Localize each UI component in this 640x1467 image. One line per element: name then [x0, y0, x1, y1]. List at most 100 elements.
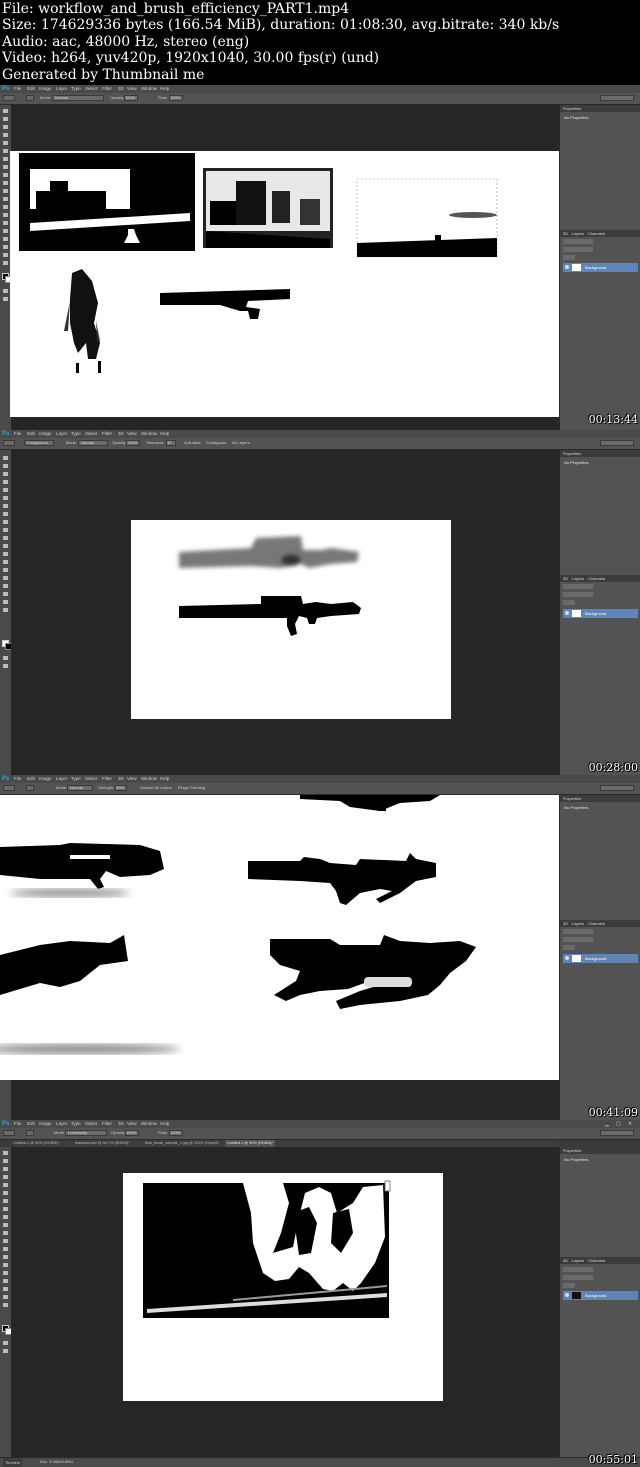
menu-layer[interactable]: Layer	[56, 85, 67, 93]
lock-controls[interactable]	[563, 1283, 575, 1288]
type-tool-icon[interactable]	[3, 229, 8, 233]
menu-layer[interactable]: Layer	[56, 1120, 67, 1128]
menu-3d[interactable]: 3D	[118, 1120, 124, 1128]
healing-tool-icon[interactable]	[3, 157, 8, 161]
canvas-area[interactable]	[10, 105, 559, 430]
screen-mode-icon[interactable]	[3, 664, 8, 668]
menu-image[interactable]: Image	[39, 85, 52, 93]
lasso-tool-icon[interactable]	[3, 472, 8, 476]
eraser-tool-icon[interactable]	[3, 536, 8, 540]
opacity-field[interactable]: 100%	[124, 95, 138, 101]
mode-select[interactable]: Normal	[52, 95, 104, 101]
marquee-tool-icon[interactable]	[3, 117, 8, 121]
tab-3d[interactable]: 3D	[563, 230, 568, 237]
antialias-checkbox[interactable]: Anti-alias	[184, 440, 200, 446]
screen-mode-icon[interactable]	[3, 1349, 8, 1353]
properties-tab[interactable]: Properties	[563, 795, 581, 802]
gradient-tool-icon[interactable]	[3, 1239, 8, 1243]
move-tool-icon[interactable]	[3, 456, 8, 460]
quick-mask-icon[interactable]	[3, 656, 8, 660]
tab-layers[interactable]: Layers	[572, 575, 584, 582]
zoom-tool-icon[interactable]	[3, 261, 8, 265]
bucket-tool-preset[interactable]	[3, 440, 15, 446]
eyedropper-tool-icon[interactable]	[3, 1191, 8, 1195]
brush-picker[interactable]	[26, 95, 34, 101]
menu-filter[interactable]: Filter	[102, 430, 112, 438]
path-select-tool-icon[interactable]	[3, 584, 8, 588]
doc-tab-3[interactable]: Bad_brush_sample_1.jpg @ 100% (Gray/8)	[145, 1140, 219, 1147]
opacity-field[interactable]: 100%	[125, 1130, 139, 1136]
type-tool-icon[interactable]	[3, 1271, 8, 1275]
eraser-tool-icon[interactable]	[3, 189, 8, 193]
menu-type[interactable]: Type	[71, 775, 81, 783]
pen-tool-icon[interactable]	[3, 221, 8, 225]
blend-mode-select[interactable]	[563, 592, 593, 597]
flow-field[interactable]: 100%	[169, 95, 183, 101]
menu-view[interactable]: View	[127, 430, 137, 438]
doc-tab-1[interactable]: Untitled-1 @ 50% (RGB/8)*	[13, 1140, 59, 1147]
quick-select-tool-icon[interactable]	[3, 480, 8, 484]
opacity-field[interactable]: 100%	[126, 440, 140, 446]
marquee-tool-icon[interactable]	[3, 1159, 8, 1163]
menu-edit[interactable]: Edit	[27, 85, 35, 93]
visibility-eye-icon[interactable]	[565, 1293, 569, 1297]
hand-tool-icon[interactable]	[3, 1295, 8, 1299]
menu-view[interactable]: View	[127, 1120, 137, 1128]
dodge-tool-icon[interactable]	[3, 560, 8, 564]
menu-filter[interactable]: Filter	[102, 85, 112, 93]
history-brush-tool-icon[interactable]	[3, 528, 8, 532]
menu-type[interactable]: Type	[71, 1120, 81, 1128]
type-tool-icon[interactable]	[3, 576, 8, 580]
blur-tool-icon[interactable]	[3, 552, 8, 556]
menu-image[interactable]: Image	[39, 775, 52, 783]
crop-tool-icon[interactable]	[3, 141, 8, 145]
menu-type[interactable]: Type	[71, 85, 81, 93]
history-brush-tool-icon[interactable]	[3, 1223, 8, 1227]
menu-layer[interactable]: Layer	[56, 430, 67, 438]
shape-tool-icon[interactable]	[3, 592, 8, 596]
close-icon[interactable]: ✕	[628, 1121, 632, 1127]
gradient-tool-icon[interactable]	[3, 197, 8, 201]
tab-channels[interactable]: Channels	[588, 1257, 605, 1264]
history-brush-tool-icon[interactable]	[3, 181, 8, 185]
move-tool-icon[interactable]	[3, 1151, 8, 1155]
sample-all-layers-checkbox[interactable]: Sample All Layers	[140, 785, 172, 791]
lock-controls[interactable]	[563, 600, 575, 605]
brush-tool-icon[interactable]	[3, 165, 8, 169]
menu-select[interactable]: Select	[85, 85, 98, 93]
brush-picker[interactable]	[26, 785, 34, 791]
menu-file[interactable]: File	[14, 1120, 21, 1128]
menu-file[interactable]: File	[14, 85, 21, 93]
quick-select-tool-icon[interactable]	[3, 1175, 8, 1179]
document-canvas[interactable]	[10, 151, 559, 417]
stamp-tool-icon[interactable]	[3, 520, 8, 524]
canvas-area[interactable]	[11, 450, 559, 775]
document-canvas[interactable]	[131, 520, 451, 719]
layer-kind-select[interactable]	[563, 929, 593, 934]
menu-image[interactable]: Image	[39, 1120, 52, 1128]
contiguous-checkbox[interactable]: Contiguous	[206, 440, 226, 446]
path-select-tool-icon[interactable]	[3, 237, 8, 241]
screen-mode-icon[interactable]	[3, 297, 8, 301]
dodge-tool-icon[interactable]	[3, 1255, 8, 1259]
tab-3d[interactable]: 3D	[563, 920, 568, 927]
brush-tool-icon[interactable]	[3, 1207, 8, 1211]
minimize-icon[interactable]: ▁	[605, 1121, 609, 1127]
tolerance-field[interactable]: 32	[166, 440, 176, 446]
document-canvas[interactable]	[0, 795, 559, 1080]
fill-source-select[interactable]: Foreground	[24, 440, 54, 446]
tab-channels[interactable]: Channels	[588, 575, 605, 582]
blur-tool-icon[interactable]	[3, 1247, 8, 1251]
canvas-area[interactable]	[0, 795, 559, 1120]
lasso-tool-icon[interactable]	[3, 125, 8, 129]
menu-view[interactable]: View	[127, 775, 137, 783]
brush-tool-preset[interactable]	[3, 95, 15, 101]
menu-help[interactable]: Help	[160, 1120, 169, 1128]
crop-tool-icon[interactable]	[3, 488, 8, 492]
workspace-select[interactable]	[600, 95, 634, 101]
quick-mask-icon[interactable]	[3, 289, 8, 293]
workspace-select[interactable]	[600, 785, 634, 791]
properties-tab[interactable]: Properties	[563, 105, 581, 112]
timeline-tab[interactable]: Timeline	[3, 1458, 22, 1467]
menu-layer[interactable]: Layer	[56, 775, 67, 783]
